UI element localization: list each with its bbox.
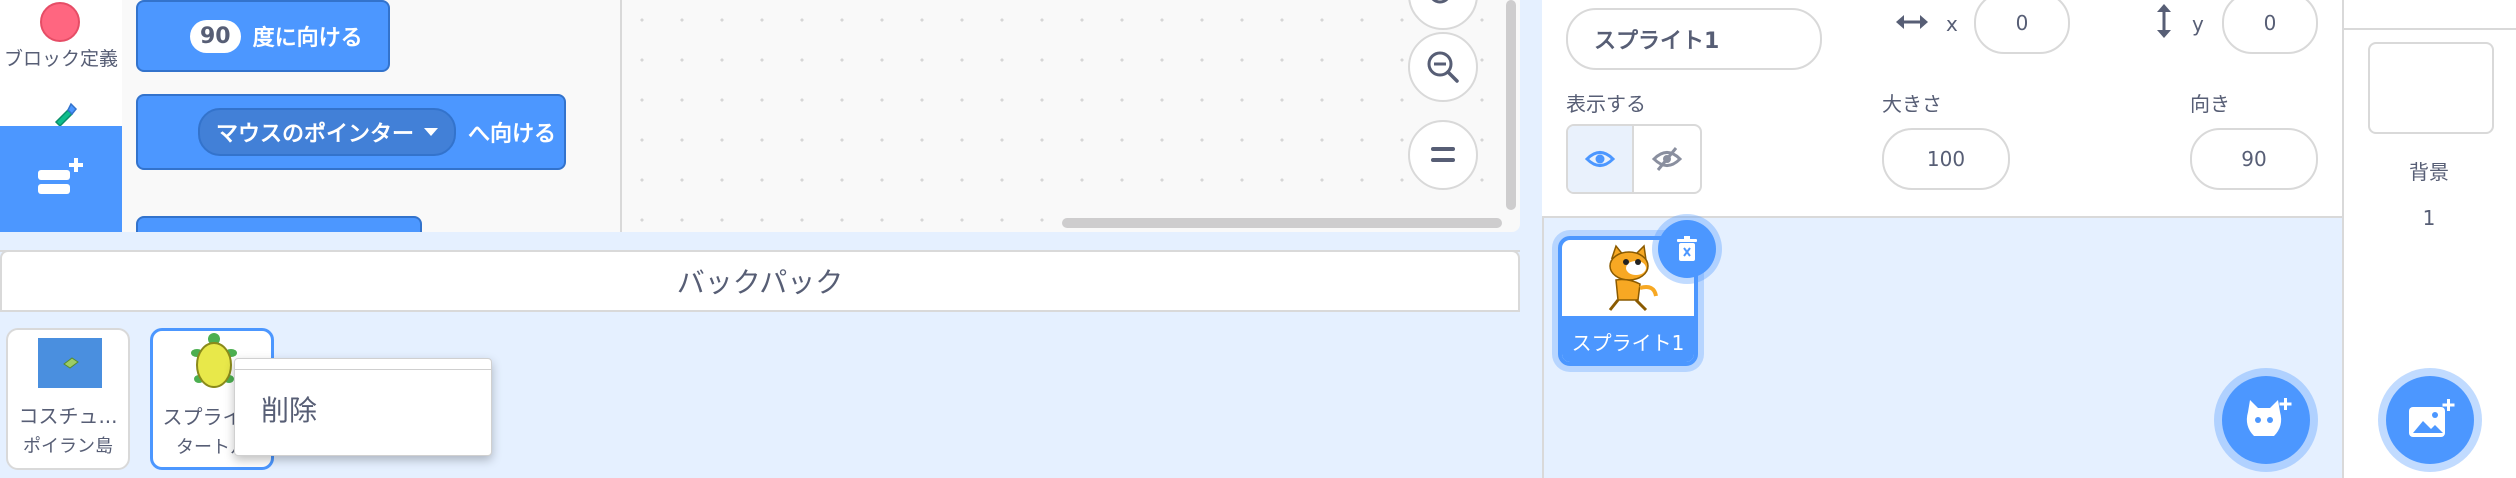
point-towards-text: へ向ける <box>468 122 557 147</box>
direction-value-input[interactable]: 90 <box>190 19 241 53</box>
category-column: ブロック定義 <box>0 0 122 232</box>
point-towards-dropdown-value: マウスのポインター <box>216 122 415 147</box>
costume-thumbnail <box>38 338 102 388</box>
backdrop-count: 1 <box>2422 206 2436 230</box>
point-towards-dropdown[interactable]: マウスのポインター <box>198 108 457 156</box>
add-sprite-icon <box>2246 398 2292 436</box>
context-menu-divider <box>235 369 491 370</box>
zoom-in-icon <box>1431 0 1449 4</box>
eye-slash-icon <box>1652 147 1682 171</box>
x-position-icon <box>1896 15 1928 29</box>
context-menu-delete[interactable]: 削除 <box>261 389 317 429</box>
motion-block-partial[interactable] <box>136 216 422 232</box>
zoom-out-icon <box>1427 51 1459 83</box>
zoom-reset-icon <box>1431 147 1455 162</box>
add-backdrop-button[interactable] <box>2386 376 2474 464</box>
script-horizontal-scrollbar[interactable] <box>1062 218 1502 228</box>
show-button[interactable] <box>1568 126 1634 192</box>
point-towards-block[interactable]: マウスのポインター へ向ける <box>136 94 566 170</box>
show-label: 表示する <box>1566 92 1646 116</box>
stage-thumbnail[interactable] <box>2368 42 2494 134</box>
backpack-item-sub: ポイラン島 <box>23 436 113 457</box>
script-vertical-scrollbar[interactable] <box>1506 0 1516 210</box>
add-sprite-button[interactable] <box>2222 376 2310 464</box>
script-area[interactable] <box>622 0 1520 232</box>
add-backdrop-icon <box>2409 399 2455 437</box>
size-label: 大きさ <box>1882 92 1942 116</box>
point-in-direction-block[interactable]: 90 度に向ける <box>136 0 390 72</box>
add-extension-button[interactable] <box>0 126 122 232</box>
y-label: y <box>2192 12 2204 36</box>
sprite-tile-label: スプライト1 <box>1562 316 1694 362</box>
backpack-item-costume[interactable]: コスチュ... ポイラン島 <box>6 328 130 470</box>
backdrop-label: 背景 <box>2409 160 2449 184</box>
my-blocks-category-icon[interactable] <box>40 2 80 42</box>
x-label: x <box>1946 12 1958 36</box>
x-input[interactable]: 0 <box>1974 0 2070 54</box>
y-position-icon <box>2157 4 2171 38</box>
point-direction-text: 度に向ける <box>252 26 363 51</box>
pen-extension-icon[interactable] <box>50 100 78 128</box>
my-blocks-category-label[interactable]: ブロック定義 <box>0 44 122 71</box>
visibility-toggle <box>1566 124 1702 194</box>
dropdown-caret-icon <box>424 128 439 136</box>
backpack-header[interactable]: バックパック <box>0 250 1520 312</box>
context-menu: 削除 <box>234 358 492 456</box>
trash-icon <box>1677 236 1697 261</box>
delete-sprite-button[interactable] <box>1658 220 1716 278</box>
sprite-name-field[interactable]: スプライト1 <box>1566 8 1822 70</box>
zoom-reset-button[interactable] <box>1408 120 1478 190</box>
hide-button[interactable] <box>1634 126 1700 192</box>
island-icon <box>63 357 79 369</box>
y-input[interactable]: 0 <box>2222 0 2318 54</box>
stage-header <box>2342 0 2516 30</box>
backpack-item-name: コスチュ... <box>18 404 118 428</box>
size-input[interactable]: 100 <box>1882 128 2010 190</box>
backpack-title: バックパック <box>676 266 844 299</box>
zoom-out-button[interactable] <box>1408 32 1478 102</box>
cat-sprite-icon <box>1608 244 1658 312</box>
direction-label: 向き <box>2190 92 2230 116</box>
add-extension-icon <box>38 158 83 194</box>
eye-icon <box>1585 151 1615 167</box>
direction-input[interactable]: 90 <box>2190 128 2318 190</box>
block-palette: 90 度に向ける マウスのポインター へ向ける <box>122 0 622 232</box>
